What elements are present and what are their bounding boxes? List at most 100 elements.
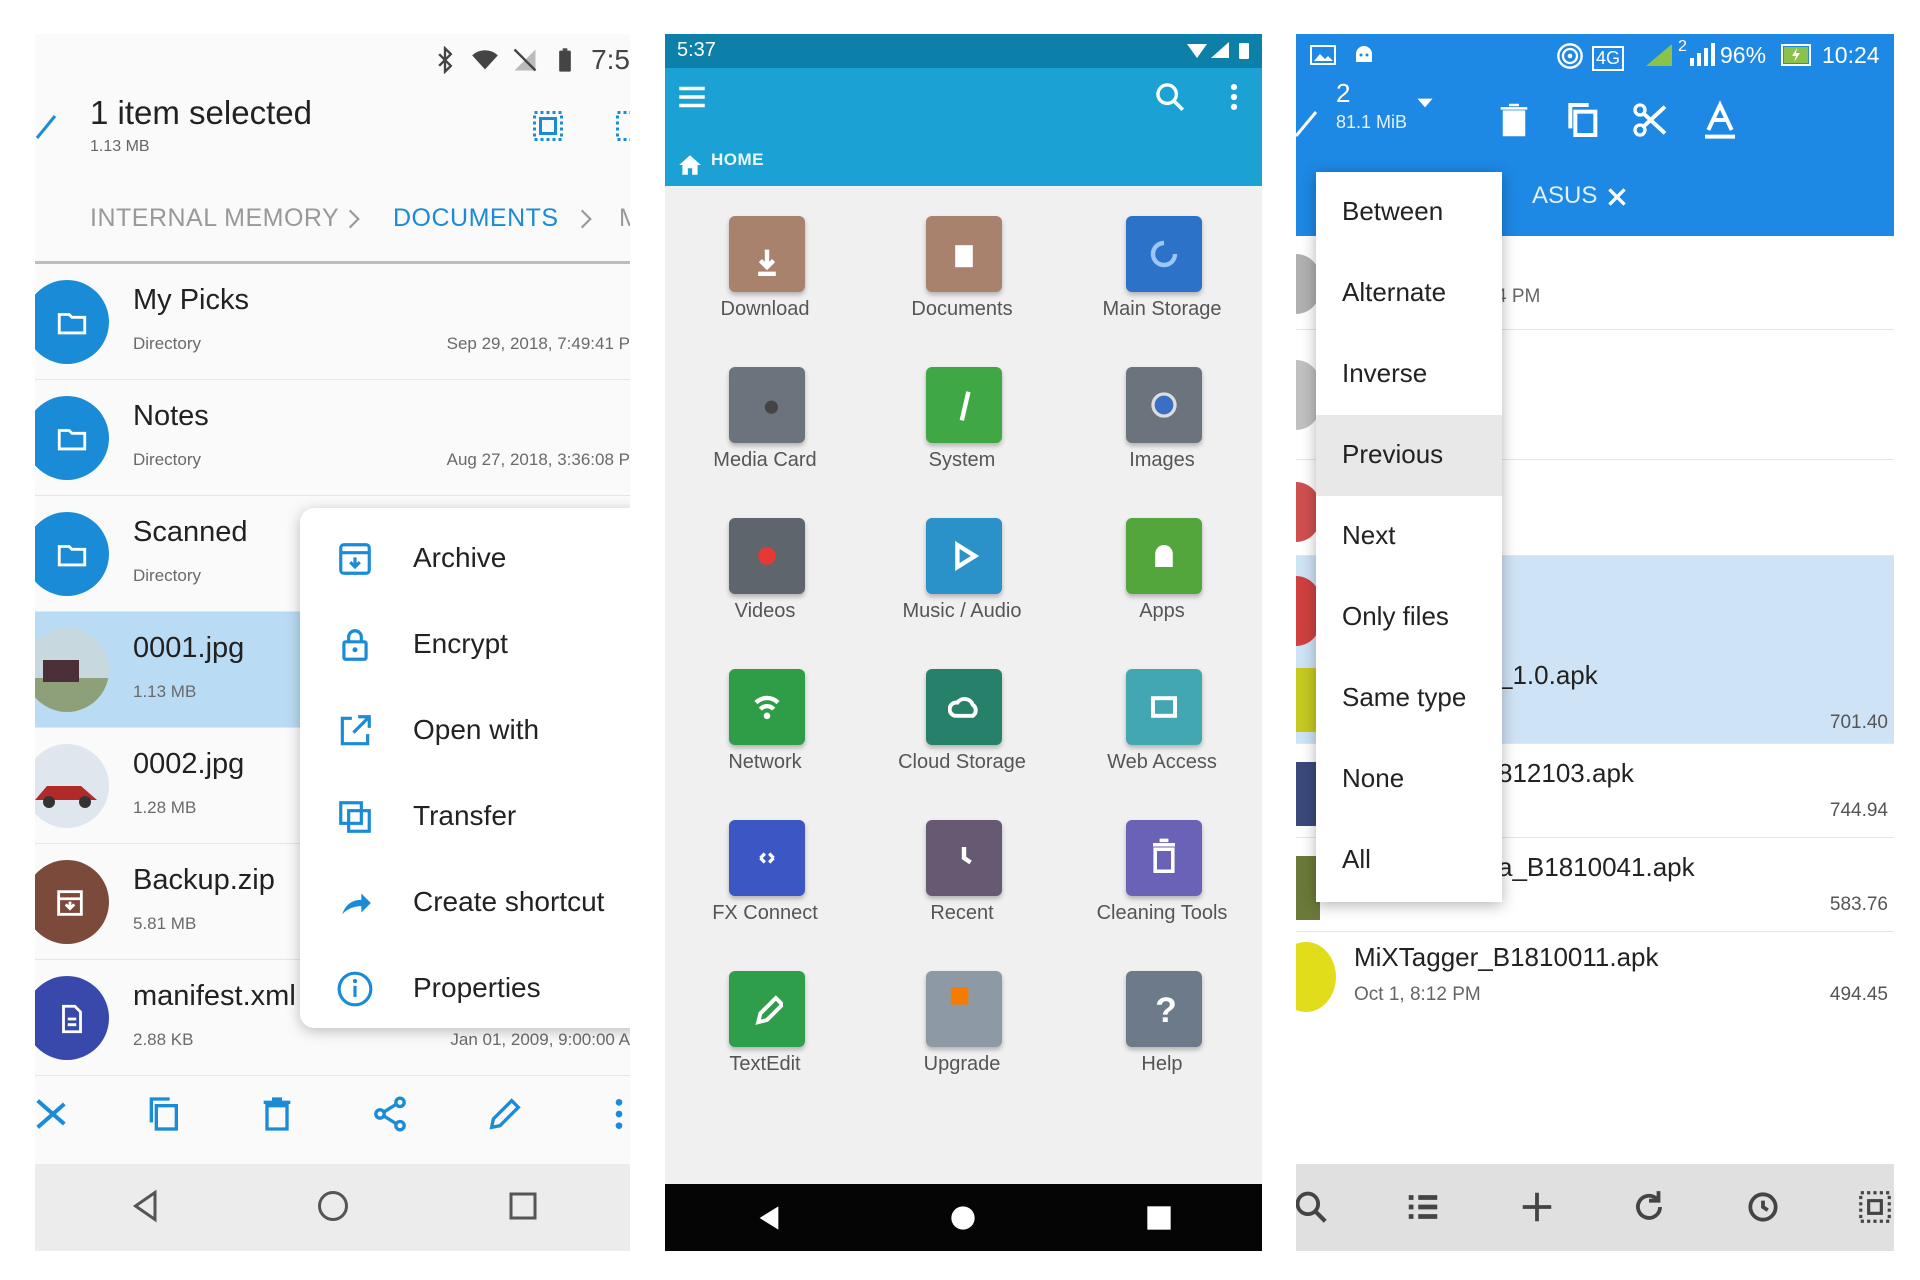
dropdown-item-inverse[interactable]: Inverse <box>1316 334 1502 415</box>
dropdown-item-next[interactable]: Next <box>1316 496 1502 577</box>
file-row-notes[interactable]: Notes Directory Aug 27, 2018, 3:36:08 P <box>35 380 630 496</box>
file-date: 4 PM <box>1496 286 1541 307</box>
list-item[interactable]: MiXTagger_B1810011.apk Oct 1, 8:12 PM 49… <box>1296 932 1894 1026</box>
dropdown-item-none[interactable]: None <box>1316 739 1502 820</box>
tile-label: Upgrade <box>923 1053 1001 1075</box>
bottom-toolbar <box>1296 1164 1894 1251</box>
cut-icon[interactable] <box>35 1094 71 1134</box>
location-tile-documents[interactable]: Documents <box>862 184 1062 334</box>
android-nav-bar <box>665 1184 1262 1251</box>
recents-icon[interactable] <box>1145 1204 1173 1232</box>
dropdown-item-between[interactable]: Between <box>1316 172 1502 253</box>
file-meta: Directory <box>133 334 202 353</box>
dropdown-item-only-files[interactable]: Only files <box>1316 577 1502 658</box>
android-notification-icon <box>1352 42 1376 66</box>
copy-icon[interactable] <box>1562 100 1602 140</box>
home-icon[interactable] <box>677 152 703 178</box>
cut-icon[interactable] <box>1630 100 1670 140</box>
location-tile-videos[interactable]: Videos <box>665 486 865 636</box>
location-tile-cleaning-tools[interactable]: Cleaning Tools <box>1062 788 1262 938</box>
dropdown-arrow-icon[interactable] <box>1412 90 1438 116</box>
delete-icon[interactable] <box>1494 100 1534 140</box>
file-name: Notes <box>133 400 209 432</box>
check-icon[interactable] <box>35 110 57 140</box>
location-tile-network[interactable]: Network <box>665 637 865 787</box>
menu-item-archive[interactable]: Archive <box>300 516 630 602</box>
dropdown-item-alternate[interactable]: Alternate <box>1316 253 1502 334</box>
menu-item-label: Properties <box>413 972 541 1003</box>
media-card-icon <box>729 367 805 443</box>
more-vert-icon[interactable] <box>599 1094 630 1134</box>
list-view-icon[interactable] <box>1404 1188 1442 1226</box>
menu-item-transfer[interactable]: Transfer <box>300 774 630 860</box>
recents-icon[interactable] <box>505 1188 541 1224</box>
home-breadcrumb[interactable]: HOME <box>711 150 764 170</box>
more-vert-icon[interactable] <box>1217 80 1251 114</box>
location-tile-web-access[interactable]: Web Access <box>1062 637 1262 787</box>
copy-icon[interactable] <box>143 1094 183 1134</box>
file-row-my-picks[interactable]: My Picks Directory Sep 29, 2018, 7:49:41… <box>35 264 630 380</box>
location-tile-upgrade[interactable]: Upgrade <box>862 939 1062 1089</box>
select-all-icon[interactable] <box>1856 1188 1894 1226</box>
dropdown-item-label: Same type <box>1342 682 1467 712</box>
location-tile-main-storage[interactable]: Main Storage <box>1062 184 1262 334</box>
menu-item-label: Encrypt <box>413 628 508 659</box>
home-icon[interactable] <box>949 1204 977 1232</box>
delete-icon[interactable] <box>257 1094 297 1134</box>
refresh-icon[interactable] <box>1630 1188 1668 1226</box>
tab-asus[interactable]: ASUS <box>1532 182 1597 210</box>
folder-avatar <box>35 512 109 596</box>
location-tile-cloud-storage[interactable]: Cloud Storage <box>862 637 1062 787</box>
archive-icon <box>53 886 87 920</box>
puzzle-icon <box>926 971 1002 1047</box>
menu-item-properties[interactable]: Properties <box>300 946 630 1032</box>
chevron-right-icon <box>573 206 599 232</box>
share-icon[interactable] <box>370 1094 410 1134</box>
menu-item-open-with[interactable]: Open with <box>300 688 630 774</box>
search-icon[interactable] <box>1153 80 1187 114</box>
back-icon[interactable] <box>128 1188 164 1224</box>
dropdown-item-same-type[interactable]: Same type <box>1316 658 1502 739</box>
file-date: Sep 29, 2018, 7:49:41 P <box>446 334 630 353</box>
breadcrumb-internal-memory[interactable]: INTERNAL MEMORY <box>90 204 339 233</box>
location-tile-media-card[interactable]: Media Card <box>665 335 865 485</box>
history-icon[interactable] <box>1744 1188 1782 1226</box>
location-tile-system[interactable]: System <box>862 335 1062 485</box>
location-tile-textedit[interactable]: TextEdit <box>665 939 865 1089</box>
menu-item-encrypt[interactable]: Encrypt <box>300 602 630 688</box>
rename-icon[interactable] <box>1700 100 1740 140</box>
signal-battery-icon <box>1185 40 1255 62</box>
rename-pencil-icon[interactable] <box>485 1094 525 1134</box>
folder-avatar <box>35 396 109 480</box>
selected-count: 2 <box>1336 78 1351 108</box>
hamburger-menu-icon[interactable] <box>675 80 709 114</box>
network-type: 4G <box>1592 46 1625 71</box>
selection-title: 1 item selected <box>90 94 312 131</box>
check-icon[interactable] <box>1296 100 1320 140</box>
dropdown-item-all[interactable]: All <box>1316 820 1502 901</box>
add-icon[interactable] <box>1518 1188 1556 1226</box>
select-inverse-icon[interactable] <box>613 108 630 144</box>
back-icon[interactable] <box>755 1204 783 1232</box>
dropdown-item-previous[interactable]: Previous <box>1316 415 1502 496</box>
location-tile-recent[interactable]: Recent <box>862 788 1062 938</box>
location-tile-fx-connect[interactable]: FX Connect <box>665 788 865 938</box>
close-tab-icon[interactable] <box>1604 184 1630 210</box>
search-icon[interactable] <box>1296 1188 1330 1226</box>
breadcrumb-documents[interactable]: DOCUMENTS <box>393 204 559 233</box>
location-tile-help[interactable]: ? Help <box>1062 939 1262 1089</box>
status-bar: 7:5 <box>35 34 630 84</box>
select-all-icon[interactable] <box>530 108 566 144</box>
breadcrumb-next[interactable]: M <box>619 204 630 233</box>
apk-icon <box>1296 942 1336 1012</box>
dropdown-item-label: All <box>1342 844 1371 874</box>
home-icon[interactable] <box>315 1188 351 1224</box>
location-tile-images[interactable]: Images <box>1062 335 1262 485</box>
location-tile-music-audio[interactable]: Music / Audio <box>862 486 1062 636</box>
file-size: 744.94 <box>1829 800 1888 821</box>
menu-item-create-shortcut[interactable]: Create shortcut <box>300 860 630 946</box>
location-tile-download[interactable]: Download <box>665 184 865 334</box>
dropdown-item-label: Inverse <box>1342 358 1428 388</box>
location-tile-apps[interactable]: Apps <box>1062 486 1262 636</box>
record-icon <box>729 518 805 594</box>
